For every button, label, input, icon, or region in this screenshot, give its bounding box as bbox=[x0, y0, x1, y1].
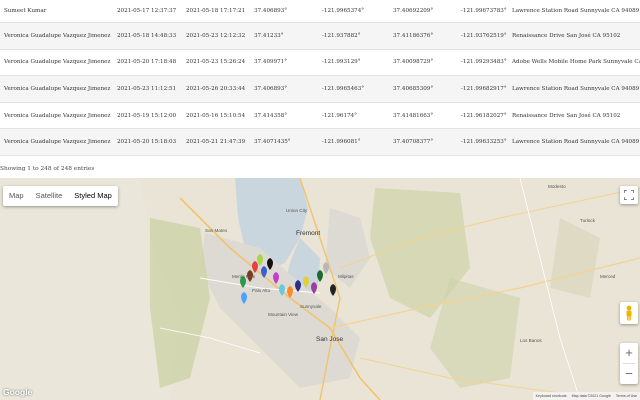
table-cell: Lawrence Station Road Sunnyvale CA 94089 bbox=[508, 75, 640, 103]
place-label: San Mateo bbox=[205, 228, 228, 233]
table-cell: -121.9965463° bbox=[318, 75, 389, 103]
map-type-satellite[interactable]: Satellite bbox=[30, 186, 69, 206]
map-type-map[interactable]: Map bbox=[3, 186, 30, 206]
zoom-control: + − bbox=[620, 343, 638, 384]
table-cell: 2021-05-17 12:37:37 bbox=[113, 0, 182, 23]
table-cell: Adobe Wells Mobile Home Park Sunnyvale C… bbox=[508, 49, 640, 77]
table-cell: 37.40708377° bbox=[389, 128, 457, 156]
table-cell: Lawrence Station Road Sunnyvale CA 94089 bbox=[508, 128, 640, 156]
table-cell: -121.99682917° bbox=[457, 75, 508, 103]
table-row: Veronica Guadalupe Vazquez Jimenez 2021-0… bbox=[0, 102, 640, 130]
table-cell: Renaissance Drive San José CA 95102 bbox=[508, 102, 640, 130]
table-cell: 2021-05-23 11:12:51 bbox=[113, 75, 182, 103]
table-cell: Veronica Guadalupe Vazquez Jimenez bbox=[0, 128, 113, 156]
table-cell: -121.96174° bbox=[318, 102, 389, 130]
map-attribution: Keyboard shortcuts Map data ©2021 Google… bbox=[532, 392, 640, 400]
place-label: San Jose bbox=[316, 336, 344, 343]
table-cell: 37.406893° bbox=[250, 75, 318, 103]
table-cell: 2021-05-20 15:18:03 bbox=[113, 128, 182, 156]
place-label: Fremont bbox=[296, 230, 321, 237]
table-cell: Sumeet Kumar bbox=[0, 0, 113, 23]
table-cell: -121.99293483° bbox=[457, 49, 508, 77]
table-cell: -121.93762519° bbox=[457, 22, 508, 50]
place-label: Menlo Park bbox=[232, 274, 256, 279]
table-cell: 2021-05-20 17:18:48 bbox=[113, 49, 182, 77]
table-cell: 37.40692209° bbox=[389, 0, 457, 23]
place-label: Turlock bbox=[580, 218, 595, 223]
table-cell: Veronica Guadalupe Vazquez Jimenez bbox=[0, 22, 113, 50]
table-cell: Veronica Guadalupe Vazquez Jimenez bbox=[0, 49, 113, 77]
place-label: Merced bbox=[600, 274, 616, 279]
table-cell: 37.406893° bbox=[250, 0, 318, 23]
keyboard-shortcuts-link[interactable]: Keyboard shortcuts bbox=[536, 392, 567, 400]
table-cell: 2021-05-16 15:10:54 bbox=[182, 102, 250, 130]
map-type-styled[interactable]: Styled Map bbox=[68, 186, 118, 206]
table-cell: 2021-05-19 15:12:00 bbox=[113, 102, 182, 130]
table-cell: -121.99673783° bbox=[457, 0, 508, 23]
table-cell: 37.40098729° bbox=[389, 49, 457, 77]
table-cell: Veronica Guadalupe Vazquez Jimenez bbox=[0, 102, 113, 130]
table-cell: -121.96182027° bbox=[457, 102, 508, 130]
table-cell: -121.993129° bbox=[318, 49, 389, 77]
table-cell: -121.9965374° bbox=[318, 0, 389, 23]
place-label: Mountain View bbox=[268, 312, 299, 317]
place-label: Union City bbox=[286, 208, 308, 213]
table-cell: Lawrence Station Road Sunnyvale CA 94089 bbox=[508, 0, 640, 23]
table-cell: 2021-05-18 14:48:33 bbox=[113, 22, 182, 50]
table-row: Veronica Guadalupe Vazquez Jimenez 2021-0… bbox=[0, 22, 640, 50]
table-cell: -121.937882° bbox=[318, 22, 389, 50]
table-row: Sumeet Kumar 2021-05-17 12:37:37 2021-05-1… bbox=[0, 0, 640, 23]
table-row: Veronica Guadalupe Vazquez Jimenez 2021-0… bbox=[0, 49, 640, 77]
data-table: Sumeet Kumar 2021-05-17 12:37:37 2021-05-1… bbox=[0, 0, 640, 157]
pegman-icon bbox=[626, 305, 632, 321]
table-cell: 37.41186376° bbox=[389, 22, 457, 50]
entries-table: Sumeet Kumar 2021-05-17 12:37:37 2021-05-1… bbox=[0, 0, 640, 156]
terms-link[interactable]: Terms of Use bbox=[616, 392, 637, 400]
table-cell: 37.4071435° bbox=[250, 128, 318, 156]
place-label: Milpitas bbox=[338, 274, 354, 279]
fullscreen-button[interactable] bbox=[620, 186, 638, 204]
map-canvas[interactable]: Union City Fremont San Jose San Mateo Pa… bbox=[0, 178, 640, 400]
table-cell: 2021-05-23 15:26:24 bbox=[182, 49, 250, 77]
map-type-control: Map Satellite Styled Map bbox=[3, 186, 118, 206]
zoom-in-button[interactable]: + bbox=[620, 343, 638, 363]
google-logo: Google bbox=[3, 387, 33, 397]
table-cell: 37.40685309° bbox=[389, 75, 457, 103]
table-cell: Renaissance Drive San José CA 95102 bbox=[508, 22, 640, 50]
table-cell: 2021-05-23 12:12:32 bbox=[182, 22, 250, 50]
table-cell: 37.41481663° bbox=[389, 102, 457, 130]
table-cell: 2021-05-21 21:47:39 bbox=[182, 128, 250, 156]
street-view-pegman[interactable] bbox=[620, 302, 638, 324]
table-cell: 37.41233° bbox=[250, 22, 318, 50]
table-cell: -121.99633253° bbox=[457, 128, 508, 156]
table-cell: 2021-05-18 17:17:21 bbox=[182, 0, 250, 23]
table-cell: Veronica Guadalupe Vazquez Jimenez bbox=[0, 75, 113, 103]
place-label: Palo Alto bbox=[252, 288, 271, 293]
table-cell: 37.409971° bbox=[250, 49, 318, 77]
fullscreen-icon bbox=[623, 189, 635, 201]
map-tiles bbox=[0, 178, 640, 400]
table-row: Veronica Guadalupe Vazquez Jimenez 2021-0… bbox=[0, 75, 640, 103]
table-info: Showing 1 to 248 of 248 entries bbox=[0, 166, 95, 172]
table-cell: 2021-05-26 20:33:44 bbox=[182, 75, 250, 103]
table-cell: -121.996081° bbox=[318, 128, 389, 156]
table-row: Veronica Guadalupe Vazquez Jimenez 2021-0… bbox=[0, 128, 640, 156]
map-data-text: Map data ©2021 Google bbox=[571, 394, 611, 398]
place-label: Sunnyvale bbox=[300, 304, 322, 309]
place-label: Modesto bbox=[548, 184, 566, 189]
place-label: Los Banos bbox=[520, 338, 542, 343]
zoom-out-button[interactable]: − bbox=[620, 364, 638, 384]
table-cell: 37.414358° bbox=[250, 102, 318, 130]
